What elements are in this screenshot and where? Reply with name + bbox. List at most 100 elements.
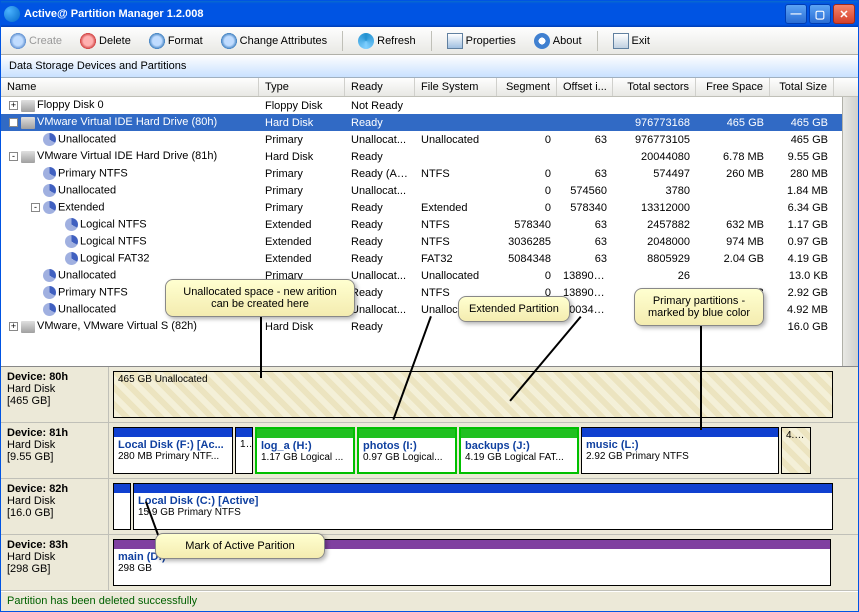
attributes-icon <box>221 33 237 49</box>
partition-info: photos (I:)0.97 GB Logical... <box>359 438 455 472</box>
disk-icon <box>21 151 35 163</box>
partition-info: 1... <box>236 437 252 473</box>
partition-box[interactable]: photos (I:)0.97 GB Logical... <box>357 427 457 474</box>
scrollbar-vertical[interactable] <box>842 97 858 366</box>
col-free-space[interactable]: Free Space <box>696 78 770 96</box>
device-label: Device: 83hHard Disk[298 GB] <box>1 535 109 590</box>
titlebar: Active@ Partition Manager 1.2.008 — ▢ ✕ <box>1 1 858 27</box>
table-row[interactable]: -VMware Virtual IDE Hard Drive (81h)Hard… <box>1 148 858 165</box>
partition-box[interactable]: 465 GB Unallocated <box>113 371 833 418</box>
partition-icon <box>43 303 56 316</box>
partition-header <box>582 428 778 437</box>
partition-bar: 465 GB Unallocated <box>109 367 858 422</box>
disk-icon <box>21 117 35 129</box>
device-row: Device: 83hHard Disk[298 GB]main (D:)298… <box>1 535 858 591</box>
separator <box>431 31 432 51</box>
partition-bar: Local Disk (C:) [Active]15.9 GB Primary … <box>109 479 858 534</box>
col-ready[interactable]: Ready <box>345 78 415 96</box>
properties-icon <box>447 33 463 49</box>
change-attributes-button[interactable]: Change Attributes <box>218 31 330 51</box>
partition-box[interactable]: 4.9... <box>781 427 811 474</box>
callout-extended: Extended Partition <box>458 296 570 322</box>
create-icon <box>10 33 26 49</box>
disk-icon <box>21 100 35 112</box>
col-offset[interactable]: Offset i... <box>557 78 613 96</box>
partition-info <box>114 493 130 529</box>
minimize-button[interactable]: — <box>785 4 807 24</box>
partition-header <box>114 428 232 437</box>
partition-bar: Local Disk (F:) [Ac...280 MB Primary NTF… <box>109 423 858 478</box>
table-row[interactable]: UnallocatedPrimaryUnallocat...0574560378… <box>1 182 858 199</box>
partition-icon <box>43 133 56 146</box>
table-row[interactable]: UnallocatedPrimaryUnallocat...Unallocate… <box>1 267 858 284</box>
about-icon <box>534 33 550 49</box>
separator <box>342 31 343 51</box>
toolbar: Create Delete Format Change Attributes R… <box>1 27 858 55</box>
col-fs[interactable]: File System <box>415 78 497 96</box>
tree-expander[interactable]: + <box>9 322 18 331</box>
partition-icon <box>65 218 78 231</box>
device-row: Device: 81hHard Disk[9.55 GB]Local Disk … <box>1 423 858 479</box>
partition-info: backups (J:)4.19 GB Logical FAT... <box>461 438 577 472</box>
partition-icon <box>43 201 56 214</box>
partition-box[interactable]: 1... <box>235 427 253 474</box>
device-map: Device: 80hHard Disk[465 GB]465 GB Unall… <box>1 366 858 591</box>
device-row: Device: 80hHard Disk[465 GB]465 GB Unall… <box>1 367 858 423</box>
col-total-size[interactable]: Total Size <box>770 78 834 96</box>
col-segment[interactable]: Segment <box>497 78 557 96</box>
partition-icon <box>43 286 56 299</box>
exit-button[interactable]: Exit <box>610 31 653 51</box>
separator <box>597 31 598 51</box>
device-row: Device: 82hHard Disk[16.0 GB] Local Disk … <box>1 479 858 535</box>
tree-expander[interactable]: - <box>9 152 18 161</box>
partition-box[interactable]: log_a (H:)1.17 GB Logical ... <box>255 427 355 474</box>
col-total-sectors[interactable]: Total sectors <box>613 78 696 96</box>
close-button[interactable]: ✕ <box>833 4 855 24</box>
col-type[interactable]: Type <box>259 78 345 96</box>
partition-header <box>461 429 577 438</box>
refresh-button[interactable]: Refresh <box>355 31 419 51</box>
delete-button[interactable]: Delete <box>77 31 134 51</box>
device-label: Device: 82hHard Disk[16.0 GB] <box>1 479 109 534</box>
partition-box[interactable]: music (L:)2.92 GB Primary NTFS <box>581 427 779 474</box>
disk-icon <box>21 321 35 333</box>
partition-icon <box>65 235 78 248</box>
partition-box[interactable]: backups (J:)4.19 GB Logical FAT... <box>459 427 579 474</box>
table-row[interactable]: -VMware Virtual IDE Hard Drive (80h)Hard… <box>1 114 858 131</box>
table-row[interactable]: +Floppy Disk 0Floppy DiskNot Ready <box>1 97 858 114</box>
table-row[interactable]: Primary NTFSPrimaryReady (Ac...NTFS06357… <box>1 165 858 182</box>
col-name[interactable]: Name <box>1 78 259 96</box>
about-button[interactable]: About <box>531 31 585 51</box>
callout-primary: Primary partitions - marked by blue colo… <box>634 288 764 326</box>
properties-button[interactable]: Properties <box>444 31 519 51</box>
partition-header <box>134 484 832 493</box>
tree-expander[interactable]: - <box>9 118 18 127</box>
table-row[interactable]: UnallocatedPrimaryUnallocat...Unallocate… <box>1 131 858 148</box>
table-row[interactable]: Logical NTFSExtendedReadyNTFS30362856320… <box>1 233 858 250</box>
tree-expander[interactable]: + <box>9 101 18 110</box>
column-headers: Name Type Ready File System Segment Offs… <box>1 78 858 97</box>
partition-info: Local Disk (F:) [Ac...280 MB Primary NTF… <box>114 437 232 473</box>
partition-info: 465 GB Unallocated <box>114 372 832 417</box>
table-row[interactable]: Logical NTFSExtendedReadyNTFS57834063245… <box>1 216 858 233</box>
exit-icon <box>613 33 629 49</box>
delete-icon <box>80 33 96 49</box>
format-icon <box>149 33 165 49</box>
create-button[interactable]: Create <box>7 31 65 51</box>
partition-box[interactable] <box>113 483 131 530</box>
partition-box[interactable]: Local Disk (F:) [Ac...280 MB Primary NTF… <box>113 427 233 474</box>
maximize-button[interactable]: ▢ <box>809 4 831 24</box>
partition-info: 4.9... <box>782 428 810 473</box>
table-row[interactable]: Logical FAT32ExtendedReadyFAT32508434863… <box>1 250 858 267</box>
partition-icon <box>43 184 56 197</box>
partition-icon <box>43 167 56 180</box>
partition-box[interactable]: Local Disk (C:) [Active]15.9 GB Primary … <box>133 483 833 530</box>
device-label: Device: 81hHard Disk[9.55 GB] <box>1 423 109 478</box>
partition-header <box>114 484 130 493</box>
device-label: Device: 80hHard Disk[465 GB] <box>1 367 109 422</box>
table-row[interactable]: -ExtendedPrimaryReadyExtended05783401331… <box>1 199 858 216</box>
tree-expander[interactable]: - <box>31 203 40 212</box>
partition-icon <box>43 269 56 282</box>
partition-info: Local Disk (C:) [Active]15.9 GB Primary … <box>134 493 832 529</box>
format-button[interactable]: Format <box>146 31 206 51</box>
